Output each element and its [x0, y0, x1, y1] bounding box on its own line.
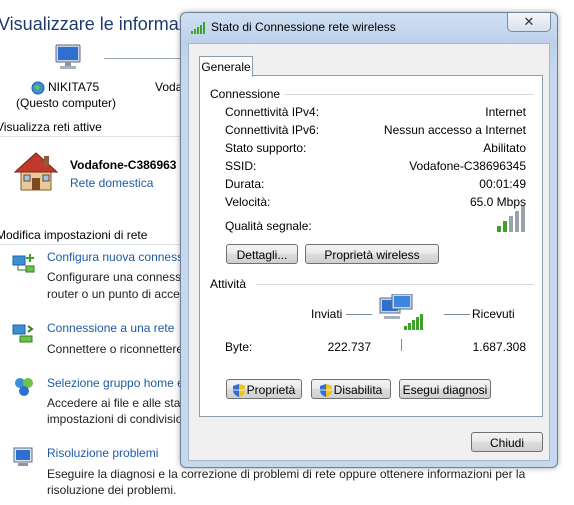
divider: [256, 284, 534, 285]
close-icon: ✕: [523, 14, 535, 29]
computer-sub-label: (Questo computer): [16, 96, 117, 110]
row-value: Internet: [485, 105, 526, 119]
active-networks-heading: Visualizza reti attive: [0, 120, 102, 134]
signal-quality-label: Qualità segnale:: [225, 219, 312, 233]
received-label: Ricevuti: [472, 307, 515, 321]
network-type-link[interactable]: Rete domestica: [70, 176, 153, 190]
change-settings-heading: Modifica impostazioni di rete: [0, 228, 148, 242]
dialog-client: Generale Connessione Connettività IPv4: …: [188, 43, 550, 461]
signal-bar: [497, 226, 501, 232]
task-link-connect[interactable]: Connessione a una rete: [47, 321, 174, 335]
computer-name: NIKITA75: [48, 80, 100, 94]
sent-line: [346, 314, 372, 315]
task-desc: Configurare una connessione: [47, 270, 181, 284]
troubleshoot-icon: [13, 447, 33, 466]
network-activity-icon: [379, 294, 423, 330]
wireless-properties-button[interactable]: Proprietà wireless: [305, 244, 439, 264]
details-button[interactable]: Dettagli...: [226, 244, 298, 264]
row-label: Stato supporto:: [225, 141, 307, 155]
connection-group-title: Connessione: [210, 87, 281, 101]
shield-icon: [232, 384, 245, 398]
row-value: Abilitato: [483, 141, 526, 155]
network-map-line: [104, 58, 180, 59]
row-value: Nessun accesso a Internet: [383, 123, 526, 137]
signal-icon: [191, 22, 205, 34]
signal-bar: [503, 221, 507, 232]
properties-button[interactable]: Proprietà: [226, 379, 302, 399]
divider: [284, 94, 534, 95]
divider: [0, 136, 182, 137]
homegroup-icon: [15, 378, 33, 396]
row-value: Vodafone-C38696345: [409, 159, 526, 173]
task-link-homegroup[interactable]: Selezione gruppo home e: [47, 376, 181, 390]
activity-group-title: Attività: [210, 277, 247, 291]
signal-strength-icon: [497, 206, 525, 232]
task-link-troubleshoot[interactable]: Risoluzione problemi: [47, 446, 158, 460]
task-desc: router o un punto di accesso: [47, 287, 181, 301]
tab-generale[interactable]: Generale: [199, 56, 253, 77]
task-desc: Eseguire la diagnosi e la correzione di …: [47, 467, 526, 481]
tab-panel: Connessione Connettività IPv4: Internet …: [199, 75, 543, 417]
row-label: Durata:: [225, 177, 265, 191]
signal-bar: [521, 206, 525, 232]
row-value: 00:01:49: [479, 177, 526, 191]
network-short-name: Voda: [155, 80, 183, 94]
close-dialog-button[interactable]: Chiudi: [471, 432, 543, 452]
signal-bar: [509, 216, 513, 232]
task-desc: impostazioni di condivisione: [47, 412, 181, 426]
task-desc: risoluzione dei problemi.: [47, 483, 177, 497]
signal-bar: [515, 211, 519, 232]
computer-icon: [55, 44, 81, 69]
row-label: SSID:: [225, 159, 257, 173]
wireless-status-dialog: Stato di Connessione rete wireless ✕ Gen…: [180, 12, 558, 468]
home-network-icon: [13, 152, 59, 191]
divider: [0, 244, 182, 245]
task-desc: Connettere o riconnettere: [47, 342, 181, 356]
bytes-label: Byte:: [225, 340, 253, 354]
connect-network-icon: [12, 324, 34, 343]
disable-button-label: Disabilita: [333, 383, 383, 397]
task-link-new-connection[interactable]: Configura nuova connessione: [47, 250, 181, 264]
shield-icon: [319, 384, 332, 398]
globe-icon: [31, 81, 45, 95]
received-line: [444, 314, 470, 315]
diagnose-button[interactable]: Esegui diagnosi: [399, 379, 491, 399]
network-setup-icon: [12, 254, 35, 273]
row-label: Connettività IPv4:: [225, 105, 320, 119]
row-label: Connettività IPv6:: [225, 123, 320, 137]
disable-button[interactable]: Disabilita: [311, 379, 391, 399]
dialog-title: Stato di Connessione rete wireless: [211, 20, 396, 34]
network-name: Vodafone-C386963: [70, 158, 177, 172]
properties-button-label: Proprietà: [246, 383, 296, 397]
row-label: Velocità:: [225, 195, 271, 209]
sent-label: Inviati: [311, 307, 343, 321]
bytes-received-value: 1.687.308: [472, 340, 526, 354]
bytes-sent-value: 222.737: [327, 340, 371, 354]
task-desc: Accedere ai file e alle stampanti: [47, 396, 181, 410]
divider: [401, 339, 402, 351]
close-button[interactable]: ✕: [507, 13, 551, 32]
